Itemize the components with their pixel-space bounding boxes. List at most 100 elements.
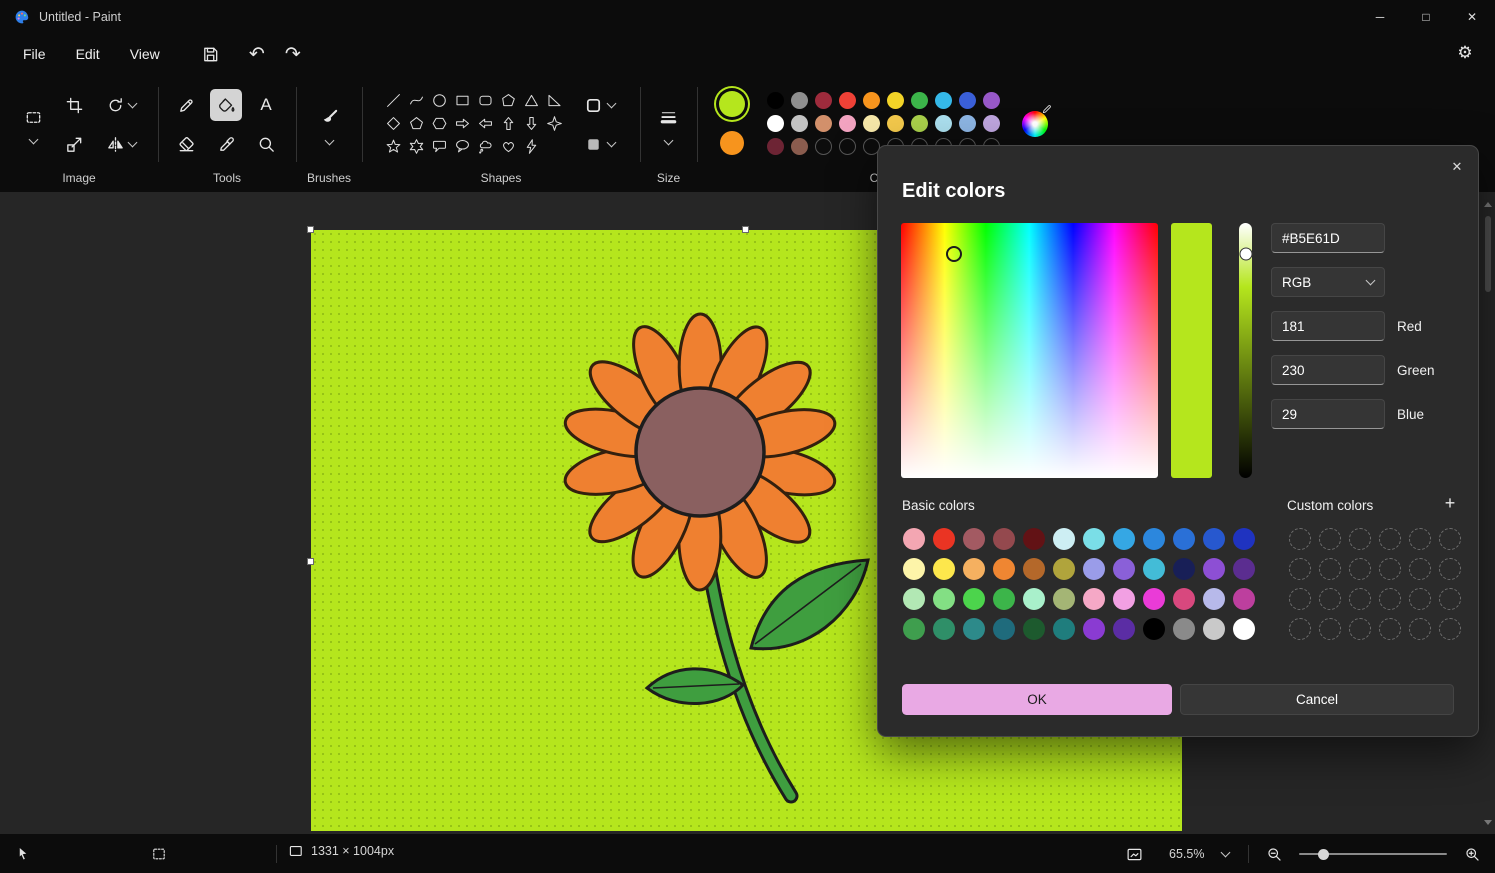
- resize-button[interactable]: [60, 130, 88, 158]
- scroll-down-icon[interactable]: [1484, 820, 1492, 825]
- palette-color-swatch[interactable]: [959, 115, 976, 132]
- shape-five-point-star-icon[interactable]: [382, 135, 405, 158]
- basic-color-swatch[interactable]: [993, 528, 1015, 550]
- redo-button[interactable]: ↷: [275, 38, 311, 70]
- undo-button[interactable]: ↶: [239, 38, 275, 70]
- zoom-to-fit-button[interactable]: [1118, 839, 1150, 869]
- select-tool-button[interactable]: [14, 102, 52, 133]
- custom-color-slot[interactable]: [1379, 618, 1401, 640]
- shape-outline-dropdown[interactable]: [578, 92, 620, 118]
- shape-down-arrow-icon[interactable]: [520, 112, 543, 135]
- crop-button[interactable]: [60, 91, 88, 119]
- blue-input[interactable]: [1271, 399, 1385, 429]
- custom-color-slot[interactable]: [1409, 558, 1431, 580]
- basic-color-swatch[interactable]: [1083, 618, 1105, 640]
- palette-color-swatch[interactable]: [959, 92, 976, 109]
- brushes-button[interactable]: [313, 101, 345, 133]
- basic-color-swatch[interactable]: [933, 558, 955, 580]
- palette-color-swatch[interactable]: [791, 115, 808, 132]
- canvas-resize-handle-middle-left[interactable]: [307, 558, 314, 565]
- palette-color-swatch[interactable]: [815, 115, 832, 132]
- red-input[interactable]: [1271, 311, 1385, 341]
- shape-six-point-star-icon[interactable]: [405, 135, 428, 158]
- custom-color-slot[interactable]: [1379, 528, 1401, 550]
- basic-color-swatch[interactable]: [903, 558, 925, 580]
- color-gradient-field[interactable]: [901, 223, 1158, 478]
- shape-right-arrow-icon[interactable]: [451, 112, 474, 135]
- palette-color-swatch[interactable]: [983, 115, 1000, 132]
- zoom-out-button[interactable]: [1259, 839, 1289, 869]
- palette-color-swatch[interactable]: [887, 92, 904, 109]
- basic-color-swatch[interactable]: [1053, 588, 1075, 610]
- basic-color-swatch[interactable]: [1053, 618, 1075, 640]
- color2-swatch[interactable]: [720, 131, 744, 155]
- luminosity-slider[interactable]: [1239, 223, 1252, 478]
- rotate-button[interactable]: [99, 91, 143, 119]
- palette-color-swatch[interactable]: [935, 115, 952, 132]
- basic-color-swatch[interactable]: [963, 558, 985, 580]
- palette-color-swatch[interactable]: [935, 92, 952, 109]
- palette-color-swatch[interactable]: [911, 92, 928, 109]
- close-button[interactable]: ✕: [1449, 0, 1495, 33]
- zoom-level-dropdown[interactable]: 65.5%: [1160, 839, 1238, 869]
- shape-curve-icon[interactable]: [405, 89, 428, 112]
- basic-color-swatch[interactable]: [1173, 558, 1195, 580]
- ok-button[interactable]: OK: [902, 684, 1172, 715]
- shape-diamond-icon[interactable]: [382, 112, 405, 135]
- basic-color-swatch[interactable]: [1143, 618, 1165, 640]
- custom-color-slot[interactable]: [1319, 558, 1341, 580]
- basic-color-swatch[interactable]: [1113, 618, 1135, 640]
- custom-color-slot[interactable]: [1319, 588, 1341, 610]
- color1-swatch[interactable]: [719, 91, 745, 117]
- menu-file[interactable]: File: [8, 38, 61, 70]
- fill-tool-button[interactable]: [210, 89, 242, 121]
- basic-color-swatch[interactable]: [1203, 528, 1225, 550]
- basic-color-swatch[interactable]: [1023, 588, 1045, 610]
- palette-color-swatch[interactable]: [911, 115, 928, 132]
- custom-color-slot[interactable]: [1409, 618, 1431, 640]
- basic-color-swatch[interactable]: [963, 528, 985, 550]
- eyedropper-tool-button[interactable]: [210, 128, 242, 160]
- custom-color-slot[interactable]: [1439, 588, 1461, 610]
- palette-color-swatch[interactable]: [767, 92, 784, 109]
- palette-color-swatch[interactable]: [791, 92, 808, 109]
- shape-triangle-icon[interactable]: [520, 89, 543, 112]
- custom-color-slot[interactable]: [1349, 588, 1371, 610]
- custom-color-slot[interactable]: [1439, 618, 1461, 640]
- palette-color-swatch[interactable]: [791, 138, 808, 155]
- zoom-in-button[interactable]: [1457, 839, 1487, 869]
- custom-color-slot[interactable]: [1349, 558, 1371, 580]
- palette-empty-slot[interactable]: [815, 138, 832, 155]
- shape-rectangle-icon[interactable]: [451, 89, 474, 112]
- green-input[interactable]: [1271, 355, 1385, 385]
- palette-color-swatch[interactable]: [887, 115, 904, 132]
- custom-color-slot[interactable]: [1349, 528, 1371, 550]
- zoom-slider[interactable]: [1299, 853, 1447, 856]
- size-button[interactable]: [652, 101, 684, 133]
- shape-oval-callout-icon[interactable]: [451, 135, 474, 158]
- scroll-up-icon[interactable]: [1484, 202, 1492, 207]
- basic-color-swatch[interactable]: [1023, 528, 1045, 550]
- canvas-resize-handle-top-center[interactable]: [742, 226, 749, 233]
- basic-color-swatch[interactable]: [1083, 558, 1105, 580]
- palette-color-swatch[interactable]: [983, 92, 1000, 109]
- custom-color-slot[interactable]: [1289, 558, 1311, 580]
- add-custom-color-button[interactable]: +: [1436, 490, 1464, 516]
- palette-color-swatch[interactable]: [863, 92, 880, 109]
- custom-color-slot[interactable]: [1319, 528, 1341, 550]
- custom-color-slot[interactable]: [1289, 528, 1311, 550]
- basic-color-swatch[interactable]: [1113, 528, 1135, 550]
- shape-right-triangle-icon[interactable]: [543, 89, 566, 112]
- save-button[interactable]: [193, 38, 229, 70]
- size-dropdown[interactable]: [656, 134, 680, 150]
- basic-color-swatch[interactable]: [1203, 618, 1225, 640]
- basic-color-swatch[interactable]: [1053, 558, 1075, 580]
- basic-color-swatch[interactable]: [1053, 528, 1075, 550]
- menu-view[interactable]: View: [115, 38, 175, 70]
- basic-color-swatch[interactable]: [963, 588, 985, 610]
- basic-color-swatch[interactable]: [1143, 528, 1165, 550]
- basic-color-swatch[interactable]: [933, 588, 955, 610]
- magnifier-tool-button[interactable]: [250, 128, 282, 160]
- basic-color-swatch[interactable]: [1203, 558, 1225, 580]
- shape-up-arrow-icon[interactable]: [497, 112, 520, 135]
